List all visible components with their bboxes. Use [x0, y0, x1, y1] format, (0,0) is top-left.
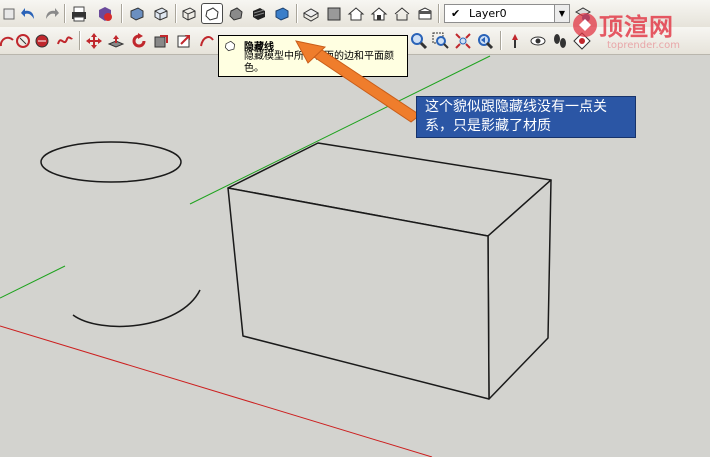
watermark-title: 顶渲网: [599, 13, 674, 41]
annotation-arrow: [295, 40, 421, 123]
annotation-callout: 这个貌似跟隐藏线没有一点关系，只是影藏了材质: [416, 96, 636, 138]
callout-text: 这个貌似跟隐藏线没有一点关系，只是影藏了材质: [425, 99, 607, 134]
watermark-logo-icon: [573, 13, 597, 37]
watermark-subtitle: toprender.com: [607, 40, 680, 51]
watermark: 顶渲网 toprender.com: [567, 5, 710, 55]
